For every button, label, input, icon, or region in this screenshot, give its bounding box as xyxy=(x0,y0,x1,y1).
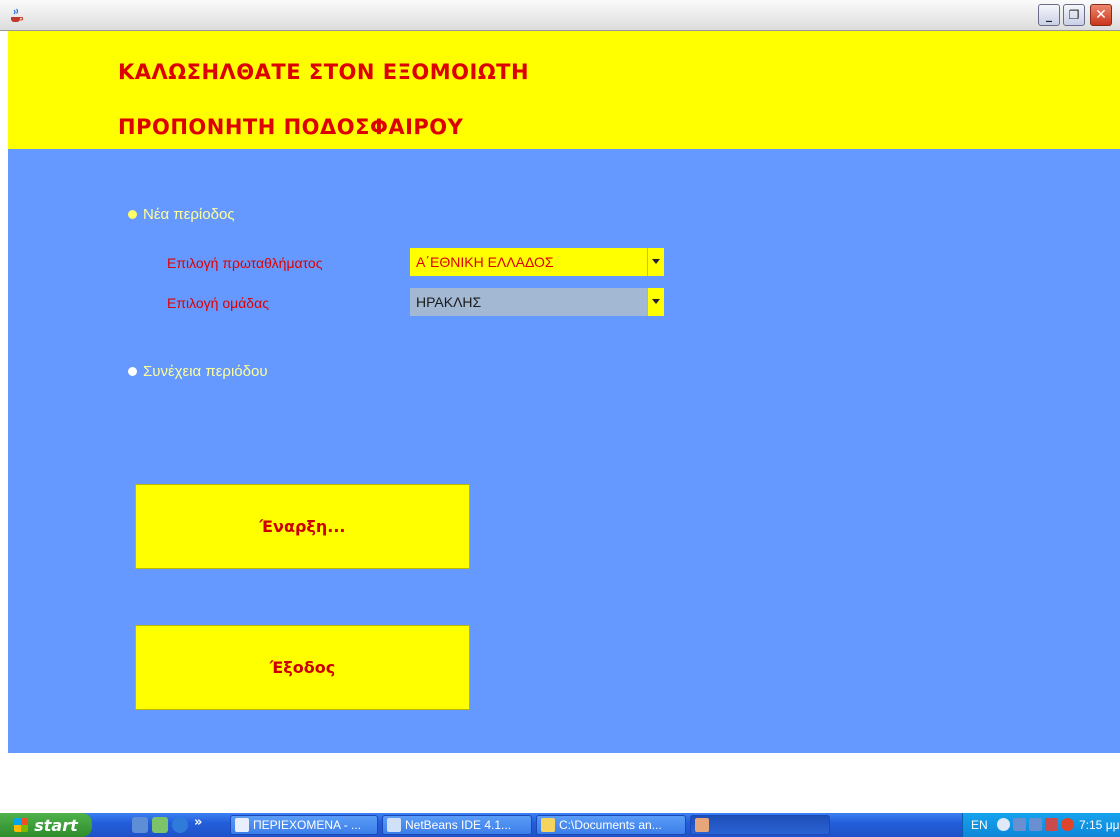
windows-logo-icon xyxy=(14,818,29,832)
system-tray: EN 7:15 μμ xyxy=(962,813,1120,837)
taskbar-item-folder[interactable]: C:\Documents an... xyxy=(536,815,686,835)
start-button[interactable]: Έναρξη... xyxy=(135,484,470,569)
opera-icon[interactable] xyxy=(1061,818,1074,831)
taskbar-item-label: NetBeans IDE 4.1... xyxy=(405,818,512,832)
maximize-button[interactable]: ❐ xyxy=(1063,4,1085,26)
taskbar-item-netbeans[interactable]: NetBeans IDE 4.1... xyxy=(382,815,532,835)
word-document-icon xyxy=(235,818,249,832)
main-panel: Νέα περίοδος Επιλογή πρωταθλήματος Α΄ΕΘΝ… xyxy=(8,149,1120,753)
network-icon[interactable] xyxy=(1013,818,1026,831)
close-button[interactable]: ✕ xyxy=(1090,4,1112,26)
tray-collapse-icon[interactable] xyxy=(997,818,1010,831)
clock: 7:15 μμ xyxy=(1079,818,1120,832)
netbeans-icon xyxy=(387,818,401,832)
team-label: Επιλογή ομάδας xyxy=(167,295,269,311)
league-select[interactable]: Α΄ΕΘΝΙΚΗ ΕΛΛΑΔΟΣ xyxy=(410,248,664,276)
league-selected-value: Α΄ΕΘΝΙΚΗ ΕΛΛΑΔΟΣ xyxy=(416,254,554,270)
radio-unselected-icon xyxy=(128,367,137,376)
ie-quicklaunch-icon[interactable] xyxy=(172,817,188,833)
new-season-radio[interactable]: Νέα περίοδος xyxy=(128,206,235,223)
welcome-header: ΚΑΛΩΣΗΛΘΑΤΕ ΣΤΟΝ ΕΞΟΜΟΙΩΤΗ ΠΡΟΠΟΝΗΤΗ ΠΟΔ… xyxy=(8,31,1120,149)
network-icon[interactable] xyxy=(1029,818,1042,831)
continue-season-label: Συνέχεια περιόδου xyxy=(143,363,268,380)
start-label: start xyxy=(34,815,78,835)
chevron-down-icon[interactable] xyxy=(647,248,664,276)
welcome-title-line2: ΠΡΟΠΟΝΗΤΗ ΠΟΔΟΣΦΑΙΡΟΥ xyxy=(118,115,464,139)
start-button-taskbar[interactable]: start xyxy=(0,813,92,837)
java-app-icon xyxy=(11,8,24,22)
quicklaunch-overflow-icon[interactable]: » xyxy=(194,815,202,830)
taskbar-item-label: ΠΕΡΙΕΧΟΜΕΝΑ - ... xyxy=(253,818,362,832)
java-app-icon xyxy=(695,818,709,832)
media-quicklaunch-icon[interactable] xyxy=(152,817,168,833)
welcome-title-line1: ΚΑΛΩΣΗΛΘΑΤΕ ΣΤΟΝ ΕΞΟΜΟΙΩΤΗ xyxy=(118,60,530,84)
exit-button[interactable]: Έξοδος xyxy=(135,625,470,710)
taskbar-item-java-app[interactable] xyxy=(690,815,830,835)
league-label: Επιλογή πρωταθλήματος xyxy=(167,255,323,271)
network-quicklaunch-icon[interactable] xyxy=(132,817,148,833)
taskbar: start » ΠΕΡΙΕΧΟΜΕΝΑ - ... NetBeans IDE 4… xyxy=(0,813,1120,837)
minimize-button[interactable]: _ xyxy=(1038,4,1060,26)
security-alert-icon[interactable] xyxy=(1045,818,1058,831)
new-season-label: Νέα περίοδος xyxy=(143,206,235,223)
language-indicator[interactable]: EN xyxy=(971,818,988,832)
team-select[interactable]: ΗΡΑΚΛΗΣ xyxy=(410,288,664,316)
taskbar-item-label: C:\Documents an... xyxy=(559,818,662,832)
team-selected-value: ΗΡΑΚΛΗΣ xyxy=(416,294,482,310)
folder-icon xyxy=(541,818,555,832)
chevron-down-icon[interactable] xyxy=(647,288,664,316)
window-titlebar: _ ❐ ✕ xyxy=(0,0,1120,31)
taskbar-item-word[interactable]: ΠΕΡΙΕΧΟΜΕΝΑ - ... xyxy=(230,815,378,835)
continue-season-radio[interactable]: Συνέχεια περιόδου xyxy=(128,363,268,380)
radio-selected-icon xyxy=(128,210,137,219)
